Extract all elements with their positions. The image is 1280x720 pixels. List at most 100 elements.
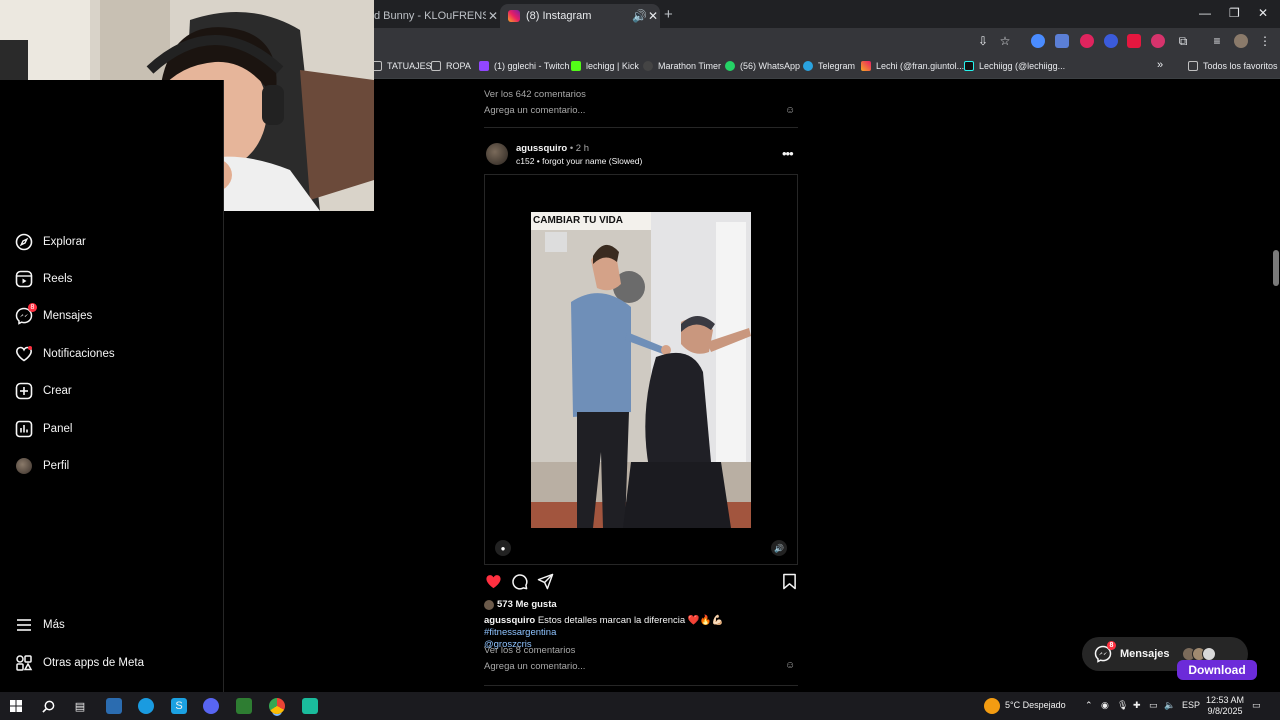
sidebar-item-meta-apps[interactable]: Otras apps de Meta — [15, 654, 144, 672]
close-window-button[interactable]: ✕ — [1258, 6, 1268, 20]
tagged-user-icon[interactable]: ● — [495, 540, 511, 556]
edge-icon[interactable] — [138, 698, 154, 714]
audio-track-link[interactable]: c152 • forgot your name (Slowed) — [516, 156, 642, 166]
sidebar-item-label: Otras apps de Meta — [43, 657, 144, 669]
sidebar-item-label: Más — [43, 619, 65, 631]
reels-icon — [15, 270, 33, 288]
more-options-icon[interactable]: ••• — [782, 146, 794, 161]
volume-icon[interactable]: 🔈 — [1164, 700, 1175, 711]
extension-icon[interactable] — [1080, 34, 1094, 48]
sidebar-item-crear[interactable]: Crear — [15, 382, 72, 400]
instagram-icon — [508, 10, 520, 22]
sidebar-item-mensajes[interactable]: 8 Mensajes — [15, 303, 92, 325]
puzzle-icon[interactable]: ⧉ — [1176, 34, 1190, 48]
discord-icon[interactable] — [203, 698, 219, 714]
reel-video[interactable]: CAMBIAR TU VIDA — [531, 212, 751, 528]
download-button[interactable]: Download — [1177, 660, 1257, 680]
minimize-button[interactable]: — — [1199, 6, 1211, 20]
restore-button[interactable]: ❐ — [1229, 6, 1240, 20]
language-indicator[interactable]: ESP — [1182, 700, 1200, 710]
close-icon[interactable]: ✕ — [486, 9, 500, 23]
bookmark-tiktok[interactable]: Lechiigg (@lechiigg... — [964, 61, 1065, 71]
scrollbar-thumb[interactable] — [1273, 250, 1279, 286]
folder-icon — [1188, 61, 1198, 71]
bookmark-telegram[interactable]: Telegram — [803, 61, 855, 71]
telegram-icon — [803, 61, 813, 71]
sidebar-item-mas[interactable]: Más — [15, 616, 65, 634]
kebab-menu-icon[interactable]: ⋮ — [1258, 34, 1272, 48]
search-icon[interactable] — [40, 698, 56, 714]
close-icon[interactable]: ✕ — [646, 9, 660, 23]
sidebar-item-label: Panel — [43, 423, 73, 435]
sidebar-item-notificaciones[interactable]: Notificaciones — [15, 345, 115, 363]
sidebar-item-reels[interactable]: Reels — [15, 270, 72, 288]
like-heart-icon[interactable] — [484, 572, 502, 590]
network-icon[interactable]: ▭ — [1149, 700, 1158, 711]
messenger-icon: 8 — [15, 303, 37, 325]
app-icon[interactable] — [302, 698, 318, 714]
view-comments-link[interactable]: Ver los 642 comentarios — [484, 89, 586, 100]
profile-avatar[interactable] — [1234, 34, 1248, 48]
post-media[interactable]: CAMBIAR TU VIDA ● 🔊 — [484, 174, 798, 565]
extension-icon[interactable] — [1151, 34, 1165, 48]
discord-tray-icon[interactable]: ◉ — [1101, 700, 1109, 711]
caption-username[interactable]: agussquiro — [484, 615, 535, 626]
page-scrollbar[interactable] — [1272, 80, 1280, 692]
bookmark-ropa[interactable]: ROPA — [431, 61, 471, 71]
notification-center-icon[interactable]: ▭ — [1252, 700, 1261, 711]
likes-count[interactable]: 573 Me gusta — [484, 599, 557, 610]
bookmark-icon[interactable] — [780, 572, 798, 590]
tab-instagram[interactable]: (8) Instagram 🔊 ✕ — [500, 4, 660, 28]
bookmark-label: (1) gglechi - Twitch — [494, 61, 570, 71]
hashtag-link[interactable]: #fitnessargentina — [484, 627, 556, 638]
skype-icon[interactable]: S — [171, 698, 187, 714]
post-username[interactable]: agussquiro • 2 h — [516, 143, 589, 154]
media-icon[interactable]: ≡ — [1210, 34, 1224, 48]
extension-icon[interactable] — [1127, 34, 1141, 48]
tab-youtube[interactable]: d Bunny - KLOuFRENS (Vide ✕ — [374, 4, 500, 28]
sidebar-item-label: Explorar — [43, 236, 86, 248]
weather-icon[interactable] — [984, 698, 1000, 714]
emoji-icon[interactable]: ☺ — [785, 660, 795, 671]
extension-icon[interactable] — [1104, 34, 1118, 48]
chevron-up-icon[interactable]: ⌃ — [1085, 700, 1093, 711]
extension-icon[interactable] — [1031, 34, 1045, 48]
speaker-icon[interactable]: 🔊 — [632, 9, 647, 23]
view-comments-link[interactable]: Ver los 8 comentarios — [484, 645, 575, 656]
bookmark-kick[interactable]: lechigg | Kick — [571, 61, 639, 71]
bookmark-instagram[interactable]: Lechi (@fran.giuntol... — [861, 61, 964, 71]
mic-icon[interactable]: 🎙 — [1117, 700, 1128, 711]
task-view-icon[interactable]: ▤ — [72, 698, 88, 714]
bookmark-marathon-timer[interactable]: Marathon Timer — [643, 61, 721, 71]
chrome-icon[interactable] — [269, 698, 285, 714]
post-divider — [484, 127, 798, 128]
sidebar-item-perfil[interactable]: Perfil — [15, 457, 69, 475]
star-icon[interactable]: ☆ — [998, 34, 1012, 48]
sidebar-item-panel[interactable]: Panel — [15, 420, 72, 438]
add-comment-input[interactable]: Agrega un comentario... — [484, 661, 585, 672]
clock-date: 9/8/2025 — [1207, 706, 1243, 716]
install-app-icon[interactable]: ⇩ — [976, 34, 990, 48]
avatar[interactable] — [486, 143, 508, 165]
weather-text[interactable]: 5°C Despejado — [1005, 700, 1066, 710]
app-icon[interactable] — [236, 698, 252, 714]
add-comment-input[interactable]: Agrega un comentario... — [484, 105, 585, 116]
sidebar-item-explorar[interactable]: Explorar — [15, 233, 86, 251]
bookmark-whatsapp[interactable]: (56) WhatsApp — [725, 61, 800, 71]
clock[interactable]: 12:53 AM 9/8/2025 — [1206, 695, 1244, 717]
bookmark-twitch[interactable]: (1) gglechi - Twitch — [479, 61, 569, 71]
emoji-icon[interactable]: ☺ — [785, 105, 795, 116]
volume-icon[interactable]: 🔊 — [771, 540, 787, 556]
extension-icon[interactable] — [1055, 34, 1069, 48]
file-explorer-icon[interactable] — [106, 698, 122, 714]
windows-start-icon[interactable] — [8, 698, 24, 714]
all-bookmarks-button[interactable]: Todos los favoritos — [1188, 61, 1278, 71]
avatar — [1202, 647, 1216, 661]
share-icon[interactable] — [536, 572, 554, 590]
timer-icon — [643, 61, 653, 71]
comment-icon[interactable] — [510, 572, 528, 590]
bookmark-tatuajes[interactable]: TATUAJES — [372, 61, 432, 71]
tray-app-icon[interactable]: ✚ — [1133, 700, 1141, 711]
new-tab-button[interactable]: + — [664, 6, 673, 23]
bookmarks-overflow-button[interactable]: » — [1157, 59, 1163, 71]
